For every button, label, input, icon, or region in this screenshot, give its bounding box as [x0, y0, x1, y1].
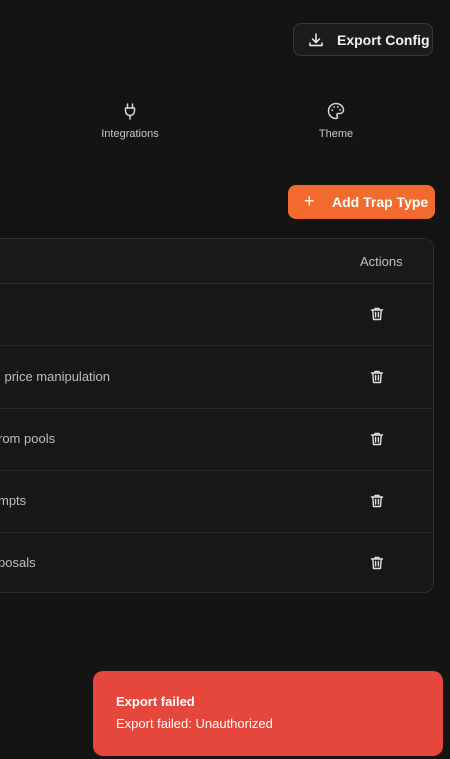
tab-theme[interactable]: Theme	[296, 102, 376, 140]
toast-message: Export failed: Unauthorized	[116, 716, 273, 731]
tab-theme-label: Theme	[318, 128, 354, 140]
download-icon	[309, 33, 323, 47]
row-description: posals	[0, 555, 36, 570]
table-row: l price manipulation	[0, 346, 433, 409]
palette-icon	[327, 102, 345, 120]
actions-column-header: Actions	[360, 254, 403, 269]
add-trap-type-label: Add Trap Type	[332, 194, 429, 210]
trash-icon[interactable]	[369, 369, 385, 385]
table-row: posals	[0, 532, 433, 592]
error-toast: Export failed Export failed: Unauthorize…	[93, 671, 443, 756]
trap-types-table: Actions l price manipulation rom pools m…	[0, 238, 434, 593]
tab-integrations[interactable]: Integrations	[90, 102, 170, 140]
row-description: mpts	[0, 493, 27, 508]
add-trap-type-button[interactable]: + Add Trap Type	[288, 185, 435, 219]
trash-icon[interactable]	[369, 555, 385, 571]
export-config-button[interactable]: Export Config	[293, 23, 433, 56]
table-row: rom pools	[0, 408, 433, 471]
export-config-label: Export Config	[337, 32, 430, 48]
plus-icon: +	[304, 191, 315, 211]
tab-integrations-label: Integrations	[101, 128, 159, 140]
table-header: Actions	[0, 239, 433, 284]
trash-icon[interactable]	[369, 431, 385, 447]
plug-icon	[124, 103, 136, 120]
row-description: l price manipulation	[0, 369, 111, 384]
table-row: mpts	[0, 470, 433, 533]
trash-icon[interactable]	[369, 306, 385, 322]
row-description: rom pools	[0, 431, 56, 446]
toast-title: Export failed	[116, 694, 195, 709]
trash-icon[interactable]	[369, 493, 385, 509]
table-row	[0, 283, 433, 346]
